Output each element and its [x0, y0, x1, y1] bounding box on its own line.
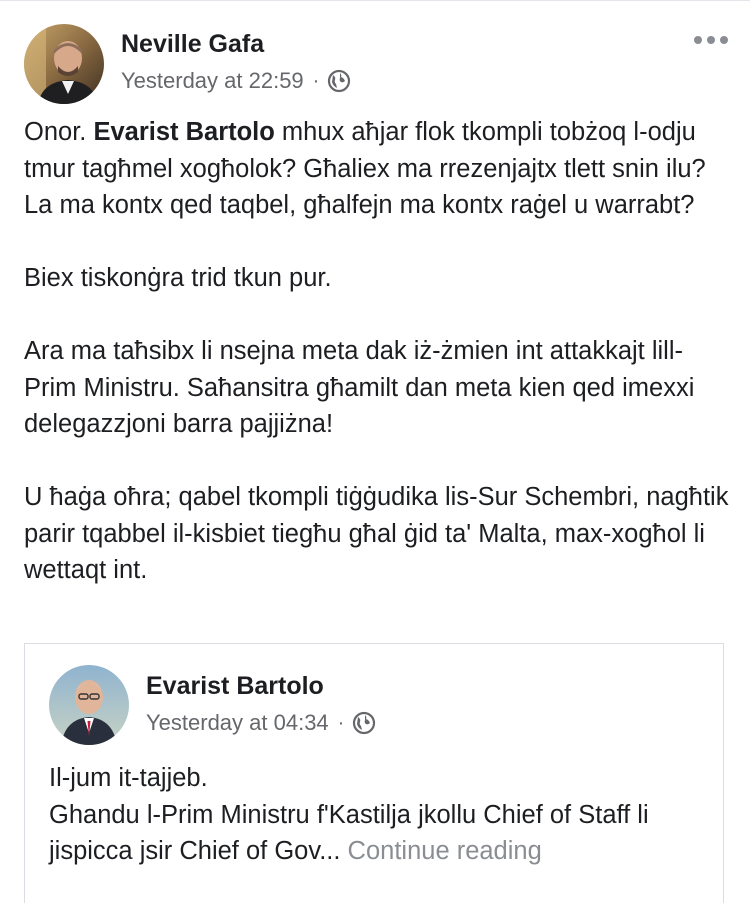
post-body: Onor. Evarist Bartolo mhux aħjar flok tk… — [24, 114, 729, 589]
post-paragraph-3: Ara ma taħsibx li nsejna meta dak iż-żmi… — [24, 337, 695, 438]
shared-post-meta: Yesterday at 04:34 · — [146, 710, 376, 736]
globe-icon[interactable] — [327, 69, 351, 93]
post-timestamp[interactable]: Yesterday at 22:59 — [121, 68, 304, 94]
shared-post-author-name[interactable]: Evarist Bartolo — [146, 672, 324, 701]
globe-icon[interactable] — [352, 711, 376, 735]
continue-reading-link[interactable]: Continue reading — [348, 837, 542, 865]
meta-separator: · — [337, 711, 345, 734]
top-divider — [0, 0, 750, 1]
author-avatar[interactable] — [24, 24, 104, 104]
shared-post-timestamp[interactable]: Yesterday at 04:34 — [146, 710, 329, 736]
shared-post-line-2: Ghandu l-Prim Ministru f'Kastilja jkollu… — [49, 800, 649, 866]
post-author-name[interactable]: Neville Gafa — [121, 30, 264, 59]
post-paragraph-1: Onor. Evarist Bartolo mhux aħjar flok tk… — [24, 118, 706, 219]
shared-post-body: Il-jum it-tajjeb. Ghandu l-Prim Ministru… — [49, 760, 709, 870]
shared-author-avatar[interactable] — [49, 665, 129, 745]
mention-link[interactable]: Evarist Bartolo — [93, 118, 274, 146]
shared-post-card[interactable]: Evarist Bartolo Yesterday at 04:34 · Il-… — [24, 643, 724, 903]
post-paragraph-2: Biex tiskonġra trid tkun pur. — [24, 264, 332, 292]
post-paragraph-4: U ħaġa oħra; qabel tkompli tiġġudika lis… — [24, 483, 729, 584]
more-options-icon[interactable] — [694, 36, 728, 44]
post-meta: Yesterday at 22:59 · — [121, 68, 351, 94]
meta-separator: · — [312, 69, 320, 92]
shared-post-line-1: Il-jum it-tajjeb. — [49, 764, 208, 792]
